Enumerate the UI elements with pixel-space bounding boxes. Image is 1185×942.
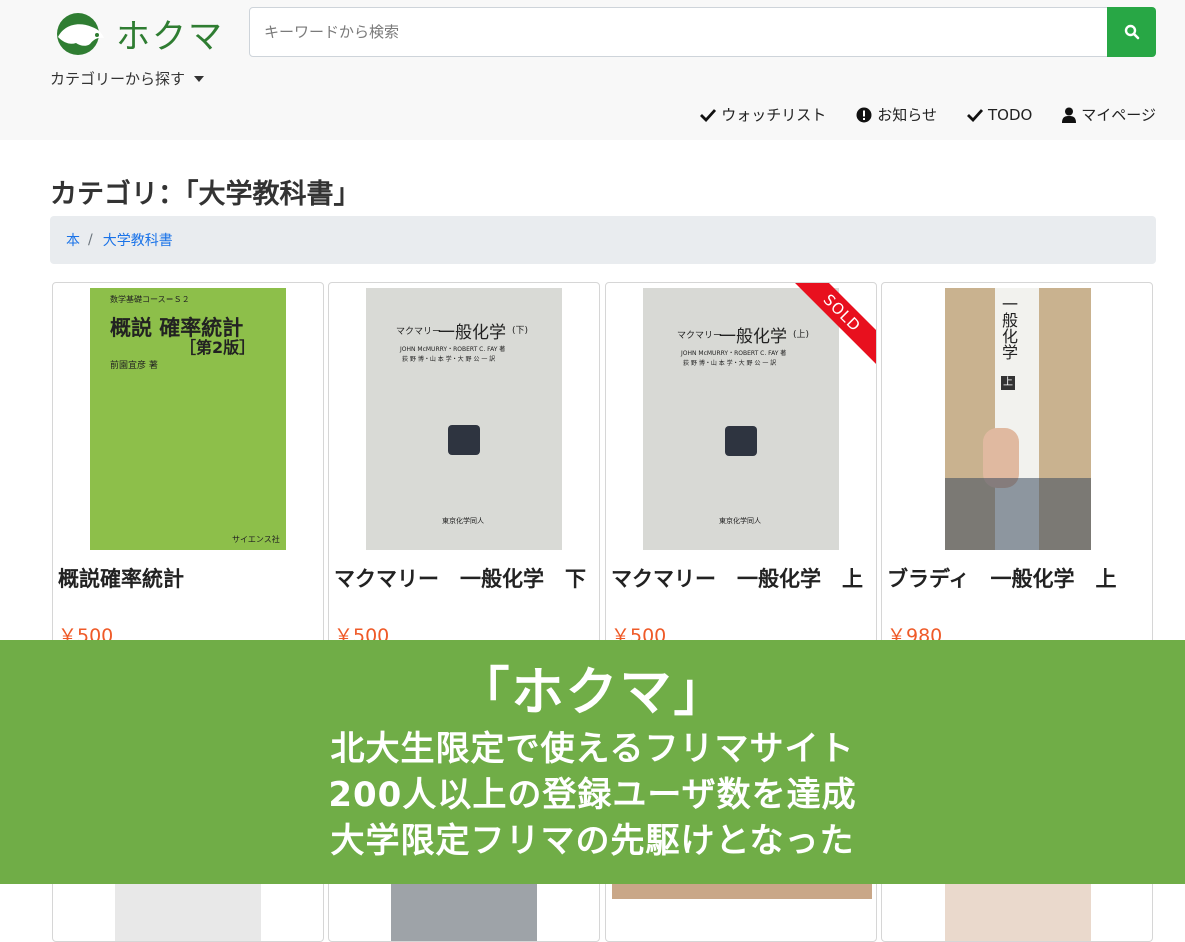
page-title: カテゴリ：「大学教科書」 <box>50 179 361 210</box>
cover-translators: 荻 野 博・山 本 学・大 野 公 一 訳 <box>402 356 496 363</box>
product-title[interactable]: マクマリー 一般化学 上 <box>611 563 863 593</box>
caret-down-icon <box>194 75 205 82</box>
nav-todo-label: TODO <box>987 105 1033 124</box>
logo-text: ホクマ <box>116 16 224 57</box>
breadcrumb-separator: / <box>88 232 93 248</box>
cover-spine-title: 一般化学 <box>999 296 1018 360</box>
sold-label: SOLD <box>791 283 876 364</box>
user-icon <box>1062 107 1077 123</box>
cover-prefix: マクマリー <box>677 331 723 341</box>
promo-banner: 「ホクマ」 北大生限定で使えるフリマサイト 200人以上の登録ユーザ数を達成 大… <box>0 640 1185 884</box>
banner-line: 大学限定フリマの先駆けとなった <box>330 821 855 861</box>
cover-emblem-icon <box>725 426 757 456</box>
cover-series: 数学基礎コース＝Ｓ２ <box>110 295 190 304</box>
cover-volume: 上 <box>1001 376 1015 390</box>
cover-emblem-icon <box>448 425 480 455</box>
product-title[interactable]: ブラディ 一般化学 上 <box>887 563 1117 593</box>
product-image-next-row <box>945 883 1091 941</box>
cover-publisher: 東京化学同人 <box>719 517 761 525</box>
banner-line: 北大生限定で使えるフリマサイト <box>330 729 855 769</box>
search-icon <box>1124 24 1139 40</box>
nav-mypage[interactable]: マイページ <box>1062 104 1156 125</box>
product-image: マクマリー 一般化学 (下) JOHN McMURRY・ROBERT C. FA… <box>366 288 562 550</box>
header-nav: ウォッチリスト お知らせ TODO マイページ <box>700 104 1156 125</box>
check-icon <box>966 108 983 122</box>
background-fabric <box>945 478 1091 550</box>
banner-headline: 「ホクマ」 <box>457 663 728 723</box>
cover-authors: JOHN McMURRY・ROBERT C. FAY 著 <box>681 350 787 357</box>
cover-title: 一般化学 <box>719 327 787 347</box>
banner-line: 200人以上の登録ユーザ数を達成 <box>328 775 857 815</box>
breadcrumb-item-university-textbooks[interactable]: 大学教科書 <box>103 230 173 250</box>
sold-ribbon: SOLD <box>790 283 876 369</box>
breadcrumb: 本 / 大学教科書 <box>50 216 1156 264</box>
search-input[interactable] <box>249 7 1108 57</box>
cover-authors: JOHN McMURRY・ROBERT C. FAY 著 <box>400 346 506 353</box>
exclamation-circle-icon <box>856 107 872 122</box>
nav-mypage-label: マイページ <box>1081 106 1156 124</box>
cover-publisher: 東京化学同人 <box>442 517 484 525</box>
check-icon <box>700 108 717 122</box>
breadcrumb-item-books[interactable]: 本 <box>66 230 80 250</box>
cover-translators: 荻 野 博・山 本 学・大 野 公 一 訳 <box>683 360 777 367</box>
nav-watchlist-label: ウォッチリスト <box>721 106 827 124</box>
product-title[interactable]: 概説確率統計 <box>58 563 184 593</box>
cover-title: 一般化学 <box>438 323 506 343</box>
product-title[interactable]: マクマリー 一般化学 下 <box>334 563 586 593</box>
product-image: 数学基礎コース＝Ｓ２ 概説 確率統計 ［第2版］ 前園宜彦 著 サイエンス社 <box>90 288 286 550</box>
product-image-next-row <box>391 883 537 941</box>
logo[interactable]: ホクマ <box>52 10 224 57</box>
product-image-next-row <box>612 883 872 899</box>
nav-watchlist[interactable]: ウォッチリスト <box>700 104 826 125</box>
cover-author: 前園宜彦 著 <box>110 361 158 371</box>
product-image-next-row <box>115 883 261 941</box>
nav-notifications-label: お知らせ <box>877 106 937 124</box>
cover-prefix: マクマリー <box>396 327 442 337</box>
nav-todo[interactable]: TODO <box>966 104 1033 125</box>
search-button[interactable] <box>1107 7 1156 57</box>
cover-edition: ［第2版］ <box>180 338 256 357</box>
category-dropdown-label: カテゴリーから探す <box>50 70 186 88</box>
product-image: 一般化学 上 <box>945 288 1091 550</box>
cover-publisher: サイエンス社 <box>232 535 280 544</box>
category-dropdown[interactable]: カテゴリーから探す <box>50 68 205 89</box>
top-bar: ホクマ カテゴリーから探す ウォッチリスト お知らせ TODO マイページ <box>0 0 1185 140</box>
cover-volume: (下) <box>512 326 529 336</box>
nav-notifications[interactable]: お知らせ <box>856 104 937 125</box>
bear-logo-icon <box>52 11 106 55</box>
